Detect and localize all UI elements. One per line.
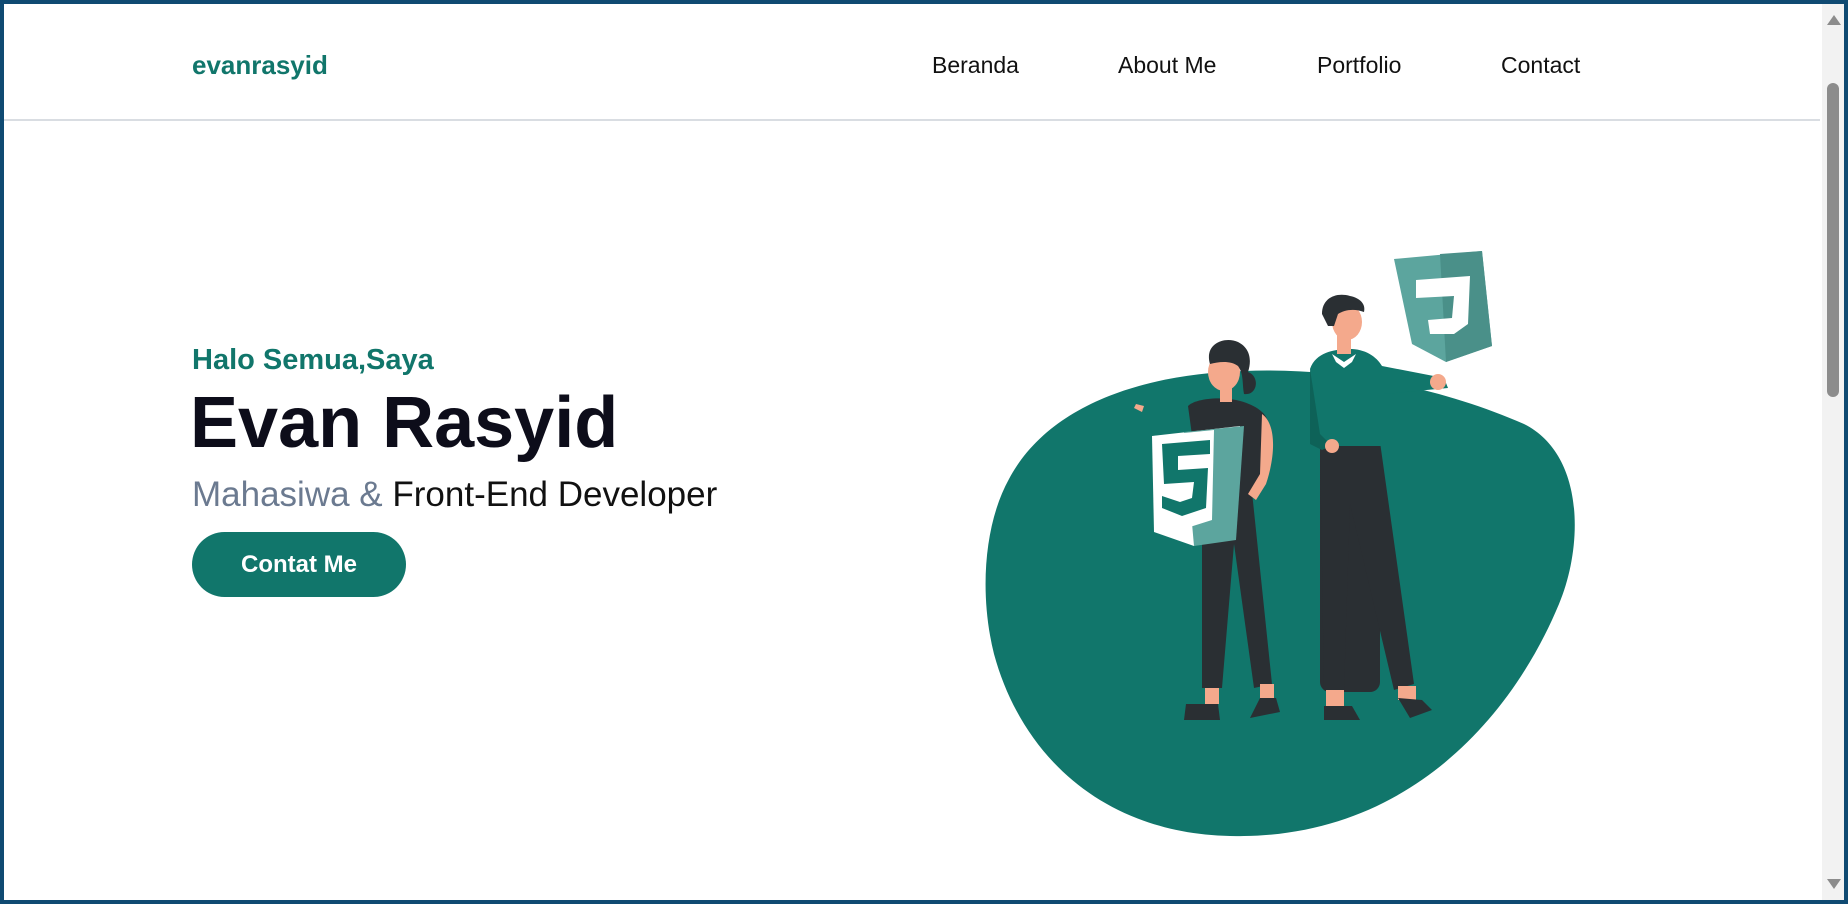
scrollbar-thumb[interactable]: [1827, 83, 1839, 397]
js-badge-icon: [1394, 251, 1492, 362]
scroll-up-arrow-icon[interactable]: [1827, 15, 1841, 25]
browser-viewport: evanrasyid Beranda About Me Portfolio Co…: [4, 4, 1844, 900]
background-blob: [985, 370, 1575, 837]
html-badge-icon: [1152, 426, 1244, 546]
vertical-scrollbar[interactable]: [1822, 4, 1844, 900]
hero-illustration: [985, 251, 1575, 837]
scroll-down-arrow-icon[interactable]: [1827, 879, 1841, 889]
